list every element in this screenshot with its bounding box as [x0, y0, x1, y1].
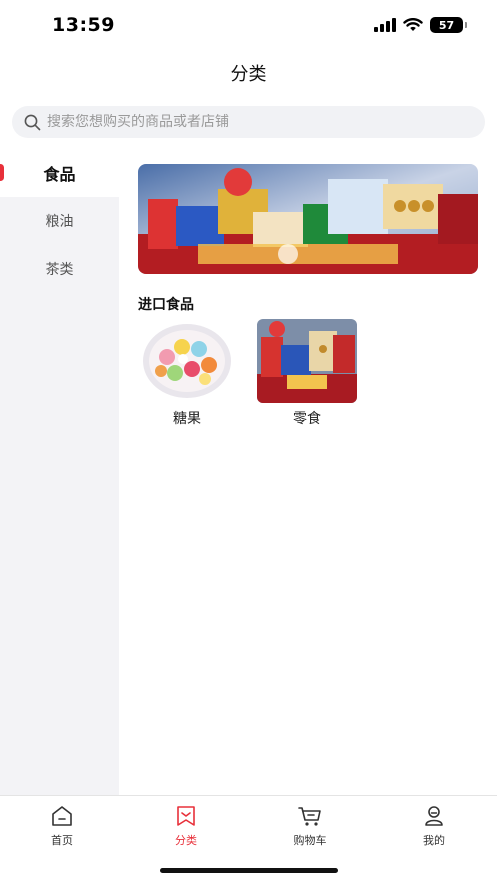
section-title: 进口食品 — [138, 297, 194, 313]
tab-label: 分类 — [175, 834, 197, 847]
profile-icon — [425, 806, 443, 826]
sidebar-item-label: 茶类 — [45, 262, 74, 278]
tab-profile[interactable]: 我的 — [394, 804, 474, 848]
category-label: 零食 — [293, 411, 321, 427]
sidebar-item-label: 粮油 — [45, 214, 74, 230]
category-label: 糖果 — [173, 411, 201, 427]
tab-label: 首页 — [51, 834, 73, 847]
sidebar-item-tea[interactable]: 茶类 — [0, 245, 119, 293]
search-bar[interactable] — [12, 106, 485, 138]
cart-icon — [298, 807, 321, 826]
status-bar: 13:59 57 — [0, 0, 497, 52]
sidebar-item-food[interactable]: 食品 — [0, 149, 119, 197]
candy-image — [137, 319, 237, 403]
category-icon — [177, 806, 195, 826]
tab-label: 购物车 — [293, 834, 327, 847]
sidebar-item-grain-oil[interactable]: 粮油 — [0, 197, 119, 245]
snacks-image — [257, 319, 357, 403]
home-icon — [52, 806, 72, 826]
banner-image[interactable] — [138, 164, 478, 274]
sidebar-item-label: 食品 — [43, 165, 76, 184]
wifi-icon — [403, 18, 423, 31]
tab-category[interactable]: 分类 — [146, 804, 226, 848]
category-snacks[interactable]: 零食 — [257, 319, 357, 428]
signal-icon — [374, 18, 396, 32]
category-content: 进口食品 糖果 零食 — [119, 149, 497, 795]
tab-cart[interactable]: 购物车 — [270, 804, 350, 848]
category-sidebar: 食品 粮油 茶类 — [0, 149, 119, 795]
search-input[interactable] — [47, 114, 467, 130]
status-time: 13:59 — [52, 14, 115, 36]
tab-label: 我的 — [423, 834, 445, 847]
battery-icon: 57 — [430, 17, 467, 33]
search-icon — [24, 114, 41, 130]
page-title: 分类 — [230, 64, 267, 85]
status-icons: 57 — [374, 17, 467, 33]
category-candy[interactable]: 糖果 — [137, 319, 237, 428]
home-indicator — [160, 868, 338, 873]
tab-home[interactable]: 首页 — [22, 804, 102, 848]
